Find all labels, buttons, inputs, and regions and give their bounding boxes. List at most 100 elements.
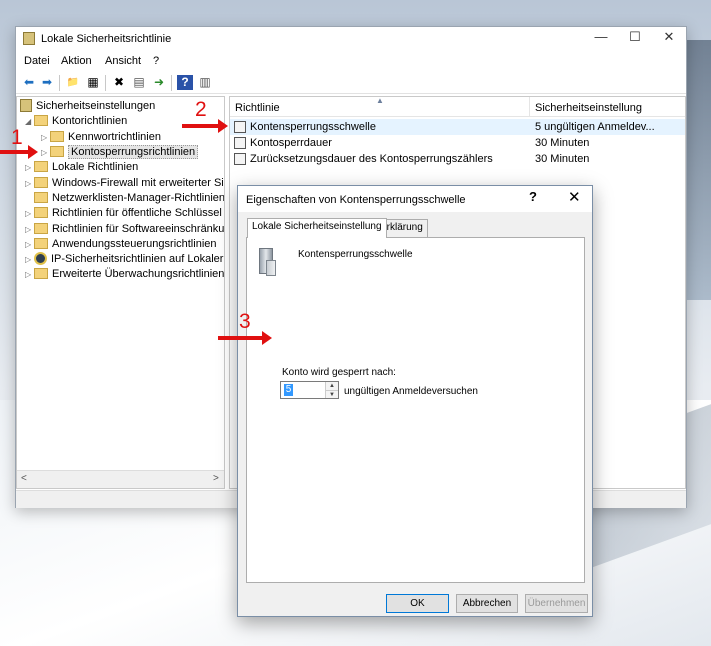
apply-button[interactable]: Übernehmen bbox=[525, 594, 588, 613]
column-header-richtlinie[interactable]: Richtlinie bbox=[235, 102, 280, 114]
tree-item-label: IP-Sicherheitsrichtlinien auf Lokaler C bbox=[51, 253, 225, 265]
close-button[interactable]: ✕ bbox=[652, 27, 686, 49]
annotation-number-1: 1 bbox=[11, 126, 23, 149]
title-bar[interactable]: Lokale Sicherheitsrichtlinie — ☐ ✕ bbox=[16, 27, 686, 50]
export-icon[interactable]: ➜ bbox=[151, 75, 167, 90]
policy-heading: Kontensperrungsschwelle bbox=[298, 249, 413, 260]
tree-horizontal-scrollbar[interactable]: < > bbox=[17, 470, 224, 488]
tree-item-label: Windows-Firewall mit erweiterter Sich bbox=[52, 177, 225, 189]
dialog-close-button[interactable]: ✕ bbox=[568, 188, 581, 206]
background-peak bbox=[685, 40, 711, 300]
cancel-button[interactable]: Abbrechen bbox=[456, 594, 518, 613]
tree-item-label: Kontorichtlinien bbox=[52, 115, 128, 127]
policy-icon bbox=[234, 153, 246, 165]
console-icon[interactable]: ▥ bbox=[197, 75, 213, 90]
expanded-arrow-icon[interactable]: ◢ bbox=[25, 114, 34, 129]
toolbar-separator bbox=[105, 75, 106, 91]
increment-arrow-icon[interactable]: ▲ bbox=[325, 382, 338, 390]
list-header: ▲ Richtlinie Sicherheitseinstellung bbox=[230, 97, 685, 117]
folder-icon bbox=[34, 192, 48, 203]
lockout-threshold-stepper[interactable]: 5 ▲ ▼ bbox=[280, 381, 339, 399]
collapsed-arrow-icon[interactable]: ▷ bbox=[41, 145, 50, 160]
table-row[interactable]: Kontosperrdauer 30 Minuten bbox=[230, 135, 685, 151]
tree-item-kontorichtlinien[interactable]: ◢ Kontorichtlinien bbox=[25, 114, 127, 129]
collapsed-arrow-icon[interactable]: ▷ bbox=[41, 130, 50, 145]
tree-item-kontosperrungsrichtlinien[interactable]: ▷ Kontosperrungsrichtlinien bbox=[41, 145, 199, 160]
tree-item-ipsec[interactable]: ▷ IP-Sicherheitsrichtlinien auf Lokaler C bbox=[25, 252, 225, 267]
lockout-threshold-value[interactable]: 5 bbox=[284, 384, 293, 396]
policy-value: 5 ungültigen Anmeldev... bbox=[535, 121, 655, 133]
tree-item-label: Erweiterte Überwachungsrichtlinienko bbox=[52, 268, 225, 280]
tree-item-lokale-richtlinien[interactable]: ▷ Lokale Richtlinien bbox=[25, 160, 138, 175]
collapsed-arrow-icon[interactable]: ▷ bbox=[25, 160, 34, 175]
annotation-number-2: 2 bbox=[195, 98, 207, 121]
tree-item-label: Richtlinien für Softwareeinschränkung bbox=[52, 223, 225, 235]
collapsed-arrow-icon[interactable]: ▷ bbox=[25, 237, 34, 252]
show-tree-icon[interactable]: ▦ bbox=[85, 75, 101, 90]
up-folder-icon[interactable]: 📁 bbox=[65, 75, 81, 90]
ip-security-icon bbox=[34, 252, 47, 265]
tree-item-applocker[interactable]: ▷ Anwendungssteuerungsrichtlinien bbox=[25, 237, 217, 252]
policy-name: Zurücksetzungsdauer des Kontosperrungszä… bbox=[250, 153, 493, 165]
menu-ansicht[interactable]: Ansicht bbox=[105, 55, 141, 67]
scroll-left-icon[interactable]: < bbox=[21, 473, 27, 484]
column-header-sicherheitseinstellung[interactable]: Sicherheitseinstellung bbox=[535, 102, 642, 114]
toolbar-separator bbox=[171, 75, 172, 91]
tree-item-kennwortrichtlinien[interactable]: ▷ Kennwortrichtlinien bbox=[41, 130, 161, 145]
collapsed-arrow-icon[interactable]: ▷ bbox=[25, 176, 34, 191]
collapsed-arrow-icon[interactable]: ▷ bbox=[25, 267, 34, 282]
tree-item-label: Anwendungssteuerungsrichtlinien bbox=[52, 238, 217, 250]
collapsed-arrow-icon[interactable]: ▷ bbox=[25, 206, 34, 221]
back-icon[interactable]: ⬅ bbox=[21, 75, 37, 90]
policy-name: Kontensperrungsschwelle bbox=[250, 121, 376, 133]
annotation-arrow-2 bbox=[182, 119, 228, 133]
ok-button[interactable]: OK bbox=[386, 594, 449, 613]
collapsed-arrow-icon[interactable]: ▷ bbox=[25, 222, 34, 237]
table-row[interactable]: Zurücksetzungsdauer des Kontosperrungszä… bbox=[230, 151, 685, 167]
scroll-right-icon[interactable]: > bbox=[213, 473, 219, 484]
help-icon[interactable]: ? bbox=[177, 75, 193, 90]
minimize-button[interactable]: — bbox=[584, 27, 618, 49]
folder-icon bbox=[34, 238, 48, 249]
menu-help[interactable]: ? bbox=[153, 55, 159, 67]
tree-item-netzwerklisten[interactable]: Netzwerklisten-Manager-Richtlinien bbox=[34, 191, 225, 206]
toolbar-separator bbox=[59, 75, 60, 91]
tree-item-firewall[interactable]: ▷ Windows-Firewall mit erweiterter Sich bbox=[25, 176, 225, 191]
delete-icon[interactable]: ✖ bbox=[111, 75, 127, 90]
policy-value: 30 Minuten bbox=[535, 137, 590, 149]
folder-icon bbox=[34, 115, 48, 126]
sort-ascending-icon: ▲ bbox=[376, 96, 384, 105]
tree-item-public-key[interactable]: ▷ Richtlinien für öffentliche Schlüssel bbox=[25, 206, 222, 221]
tree-item-software-restriction[interactable]: ▷ Richtlinien für Softwareeinschränkung bbox=[25, 222, 225, 237]
collapsed-arrow-icon[interactable]: ▷ bbox=[25, 252, 34, 267]
tree-item-label: Kennwortrichtlinien bbox=[68, 131, 161, 143]
lockout-threshold-label: Konto wird gesperrt nach: bbox=[282, 367, 396, 378]
folder-icon bbox=[50, 131, 64, 142]
maximize-button[interactable]: ☐ bbox=[618, 27, 652, 49]
tree-item-label: Richtlinien für öffentliche Schlüssel bbox=[52, 207, 222, 219]
menu-datei[interactable]: Datei bbox=[24, 55, 50, 67]
policy-icon bbox=[234, 121, 246, 133]
forward-icon[interactable]: ➡ bbox=[39, 75, 55, 90]
policy-value: 30 Minuten bbox=[535, 153, 590, 165]
dialog-title-bar[interactable]: Eigenschaften von Kontensperrungsschwell… bbox=[238, 186, 592, 212]
decrement-arrow-icon[interactable]: ▼ bbox=[325, 390, 338, 398]
folder-icon bbox=[34, 268, 48, 279]
tree-item-label: Lokale Richtlinien bbox=[52, 161, 139, 173]
menu-aktion[interactable]: Aktion bbox=[61, 55, 92, 67]
annotation-number-3: 3 bbox=[239, 310, 251, 333]
properties-icon[interactable]: ▤ bbox=[131, 75, 147, 90]
dialog-help-button[interactable]: ? bbox=[529, 189, 537, 204]
security-settings-icon bbox=[20, 99, 32, 112]
lockout-threshold-suffix: ungültigen Anmeldeversuchen bbox=[344, 386, 478, 397]
policy-name: Kontosperrdauer bbox=[250, 137, 332, 149]
tree-item-advanced-audit[interactable]: ▷ Erweiterte Überwachungsrichtlinienko bbox=[25, 267, 225, 282]
annotation-arrow-1 bbox=[0, 145, 38, 159]
column-divider[interactable] bbox=[529, 97, 530, 117]
policy-icon bbox=[234, 137, 246, 149]
tree-item-label: Netzwerklisten-Manager-Richtlinien bbox=[52, 192, 225, 204]
tree-root[interactable]: Sicherheitseinstellungen bbox=[20, 99, 155, 114]
tab-lokale-sicherheitseinstellung[interactable]: Lokale Sicherheitseinstellung bbox=[247, 218, 387, 238]
toolbar: ⬅ ➡ 📁 ▦ ✖ ▤ ➜ ? ▥ bbox=[16, 72, 686, 94]
table-row[interactable]: Kontensperrungsschwelle 5 ungültigen Anm… bbox=[230, 119, 685, 135]
